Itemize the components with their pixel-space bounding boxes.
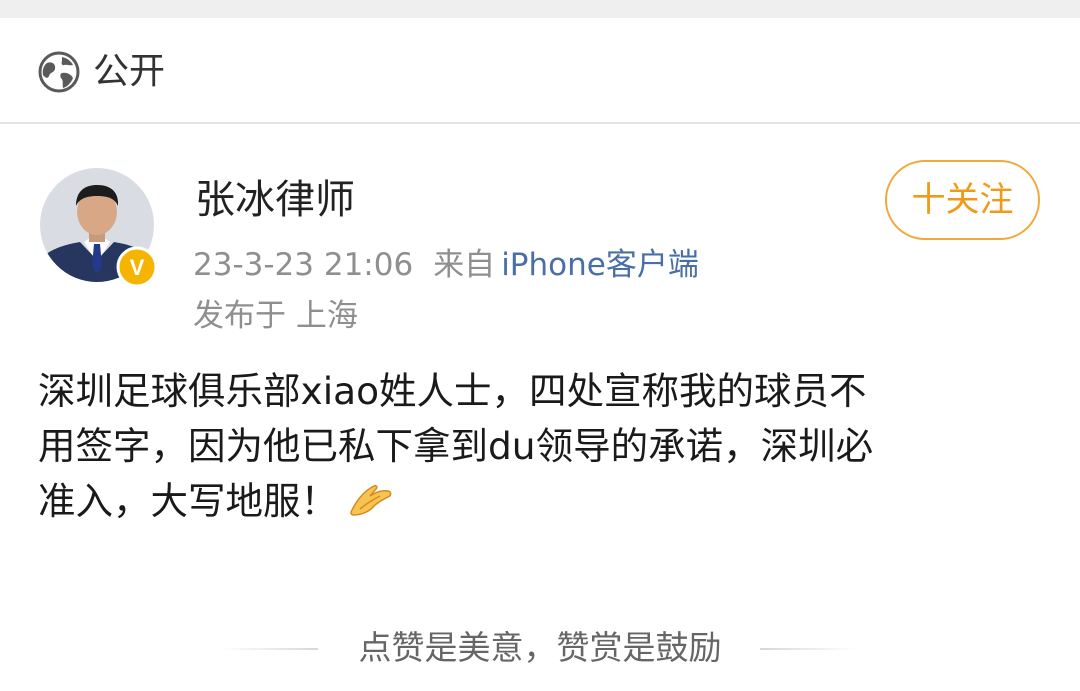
verified-badge-letter: V: [130, 255, 145, 280]
top-gray-strip: [0, 0, 1080, 18]
post-text-line: 用签字，因为他已私下拿到du领导的承诺，深圳必: [38, 424, 874, 468]
folded-hands-emoji: [350, 485, 392, 516]
visibility-bar[interactable]: 公开: [0, 18, 1080, 124]
reward-text[interactable]: 点赞是美意，赞赏是鼓励: [0, 626, 1080, 670]
post-location: 发布于 上海: [193, 298, 358, 334]
reward-divider: 点赞是美意，赞赏是鼓励: [0, 624, 1080, 674]
follow-button[interactable]: 十关注: [885, 160, 1040, 240]
globe-icon: [38, 51, 80, 93]
divider-line-right: [760, 648, 856, 650]
post-text-line: 准入，大写地服！: [38, 479, 338, 523]
post-text-line-last: 准入，大写地服！: [38, 474, 1048, 529]
post-text-line: 深圳足球俱乐部xiao姓人士，四处宣称我的球员不: [38, 369, 867, 413]
verified-v-icon: V: [116, 246, 158, 288]
visibility-label: 公开: [93, 51, 166, 92]
post-meta: 23-3-23 21:06 来自 iPhone客户端: [193, 244, 699, 286]
author-name[interactable]: 张冰律师: [195, 172, 355, 228]
source-prefix: 来自: [433, 247, 496, 283]
source-client-link[interactable]: iPhone客户端: [501, 247, 699, 283]
post-timestamp: 23-3-23 21:06: [193, 247, 414, 283]
post-body: 深圳足球俱乐部xiao姓人士，四处宣称我的球员不 用签字，因为他已私下拿到du领…: [38, 364, 1048, 529]
